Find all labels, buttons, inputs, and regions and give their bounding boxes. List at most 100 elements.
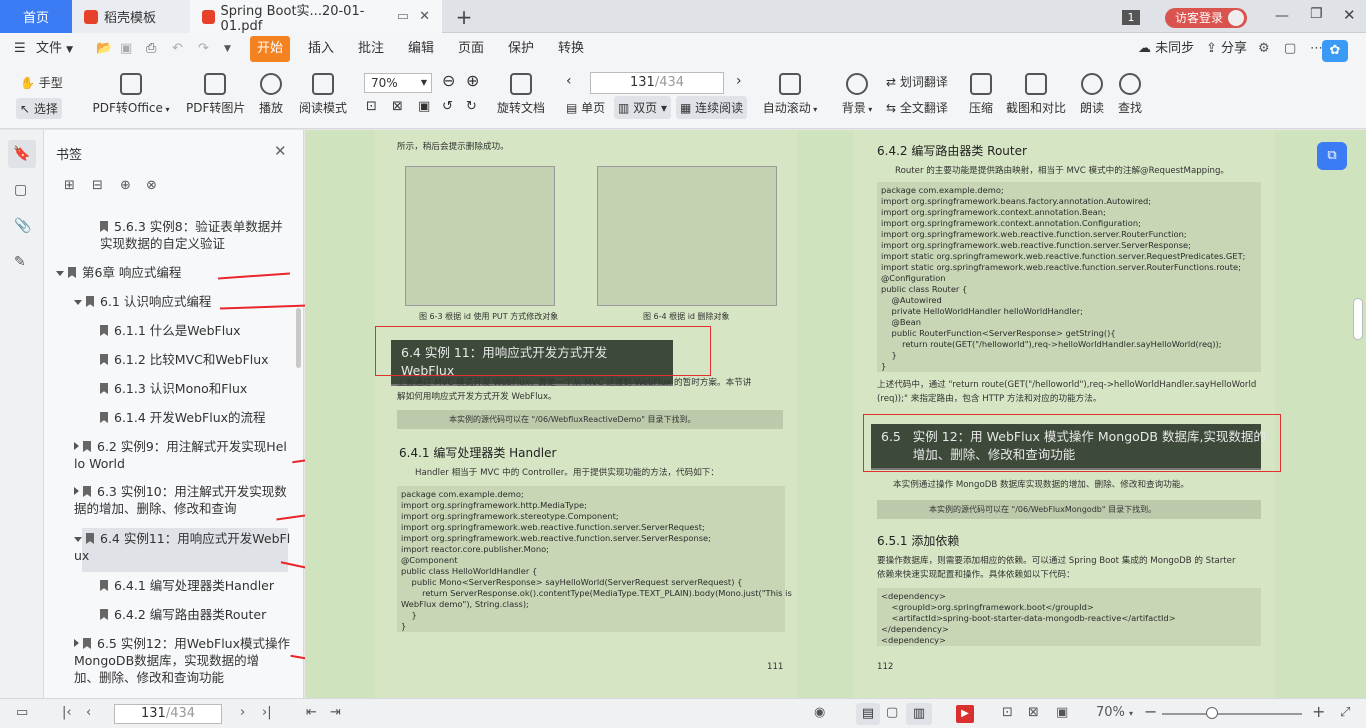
actual-size-icon[interactable]: ⊡ [366,99,377,114]
tab-page[interactable]: 页面 [458,33,484,65]
single-view-icon[interactable]: ▤ [856,703,880,725]
read-aloud-button[interactable]: 朗读 [1078,73,1106,116]
expand-icon[interactable] [74,537,82,542]
share-button[interactable]: ⇪ 分享 [1206,33,1247,65]
expand-all-icon[interactable]: ⊞ [64,178,75,193]
bookmark-item[interactable]: 6.1.1 什么是WebFlux [100,322,241,339]
floating-tool-icon[interactable]: ⧉ [1317,142,1347,170]
play-slideshow-icon[interactable]: ▶ [956,705,974,723]
viewer-scrollbar[interactable] [1353,298,1363,340]
bookmark-item[interactable]: 6.1.4 开发WebFlux的流程 [100,409,266,426]
bookmark-item[interactable]: 6.5 实例12：用WebFlux模式操作 MongoDB数据库，实现数据的增 … [74,635,290,686]
file-menu[interactable]: 文件 ▼ [36,33,73,65]
play-button[interactable]: 播放 [256,73,286,116]
zoom-level[interactable]: 70% ▾ [1096,705,1133,720]
window-count-badge[interactable]: 1 [1122,10,1140,25]
cloud-service-icon[interactable]: ✿ [1322,40,1348,62]
zoom-slider-handle[interactable] [1206,707,1218,719]
feedback-icon[interactable]: ▢ [1284,33,1296,65]
fullscreen-icon[interactable]: ⤢ [1340,705,1350,720]
login-button[interactable]: 访客登录 [1165,8,1247,28]
next-page-icon[interactable]: › [240,705,245,720]
prev-page-icon[interactable]: ‹ [566,73,572,89]
bookmark-panel-icon[interactable]: 🔖 [8,140,36,168]
zoom-select[interactable]: 70% ▼ [364,73,432,93]
rotate-left-icon[interactable]: ↺ [442,99,453,114]
tab-document[interactable]: Spring Boot实...20-01-01.pdf ▭ ✕ [190,0,442,34]
signature-icon[interactable]: ✎ [14,254,26,270]
screenshot-compare-button[interactable]: 截图和对比 [1006,73,1066,116]
actual-size-icon[interactable]: ⊡ [1002,705,1013,720]
sidebar-toggle-icon[interactable]: ▭ [16,705,28,720]
thumbnail-icon[interactable]: ▢ [14,182,27,198]
attachment-icon[interactable]: 📎 [14,218,31,234]
bookmark-item[interactable]: 6.1.2 比较MVC和WebFlux [100,351,269,368]
tab-comment[interactable]: 批注 [358,33,384,65]
tab-edit[interactable]: 编辑 [408,33,434,65]
continuous-read-button[interactable]: ▦ 连续阅读 [676,96,748,119]
bookmark-item[interactable]: 5.6.3 实例8：验证表单数据并 实现数据的自定义验证 [100,218,283,252]
zoom-in-icon[interactable]: ⊕ [466,71,479,90]
rotate-document-button[interactable]: 旋转文档 [496,73,546,116]
fit-page-icon[interactable]: ⊠ [392,99,403,114]
tab-home[interactable]: 首页 [0,0,72,33]
collapse-all-icon[interactable]: ⊟ [92,178,103,193]
close-window-icon[interactable]: ✕ [1343,6,1356,24]
bookmark-item[interactable]: 6.1.3 认识Mono和Flux [100,380,247,397]
print-icon[interactable]: ⎙ [146,33,156,65]
undo-icon[interactable]: ↶ [172,33,183,65]
double-view-icon[interactable]: ▥ [906,703,932,725]
next-page-icon[interactable]: › [736,73,742,89]
bookmark-item[interactable]: 第6章 响应式编程 [56,264,181,281]
background-button[interactable]: 背景 ▾ [840,73,874,116]
select-tool-button[interactable]: ↖ 选择 [16,98,62,119]
pin-icon[interactable]: ▭ [397,9,409,24]
bookmark-item[interactable]: 6.2 实例9：用注解式开发实现Hel lo World [74,438,287,472]
open-icon[interactable]: 📂 [96,33,112,65]
tab-template[interactable]: 稻壳模板 [72,0,190,33]
rotate-right-icon[interactable]: ↻ [466,99,477,114]
back-icon[interactable]: ⇤ [306,705,317,720]
zoom-out-icon[interactable]: ⊖ [442,71,455,90]
add-bookmark-icon[interactable]: ⊕ [120,178,131,193]
hand-tool-button[interactable]: ✋ 手型 [20,74,63,91]
expand-icon[interactable] [56,271,64,276]
close-panel-icon[interactable]: ✕ [274,142,287,160]
zoom-slider[interactable] [1162,713,1302,715]
tab-convert[interactable]: 转换 [558,33,584,65]
page-number-input[interactable]: 131/434 [590,72,724,94]
find-button[interactable]: 查找 [1116,73,1144,116]
single-page-button[interactable]: ▤ 单页 [566,99,605,116]
full-translate-button[interactable]: ⇆ 全文翻译 [886,99,948,116]
tab-insert[interactable]: 插入 [308,33,334,65]
fit-width-icon[interactable]: ▣ [1056,705,1068,720]
minimize-icon[interactable]: — [1275,8,1289,24]
remove-bookmark-icon[interactable]: ⊗ [146,178,157,193]
new-tab-button[interactable]: + [446,0,482,33]
prev-page-icon[interactable]: ‹ [86,705,91,720]
fit-page-icon[interactable]: ⊠ [1028,705,1039,720]
settings-icon[interactable]: ⚙ [1258,33,1270,65]
auto-scroll-button[interactable]: 自动滚动 ▾ [762,73,818,116]
hamburger-icon[interactable]: ☰ [14,33,26,65]
first-page-icon[interactable]: |‹ [62,705,72,720]
bookmark-item[interactable]: 6.1 认识响应式编程 [74,293,211,310]
eye-protect-icon[interactable]: ◉ [814,705,825,720]
bookmark-item[interactable]: 6.3 实例10：用注解式开发实现数 据的增加、删除、修改和查询 [74,483,287,517]
page-view-icon[interactable]: ▢ [886,705,898,720]
last-page-icon[interactable]: ›| [262,705,272,720]
compress-button[interactable]: 压缩 [968,73,994,116]
zoom-in-icon[interactable]: + [1312,702,1325,721]
close-tab-icon[interactable]: ✕ [419,9,430,24]
bookmark-item[interactable]: 6.4 实例11：用响应式开发WebFl ux [74,530,290,564]
expand-icon[interactable] [74,300,82,305]
bookmark-item[interactable]: 6.4.1 编写处理器类Handler [100,577,274,594]
pdf-to-image-button[interactable]: PDF转图片 [186,73,245,116]
bookmark-item[interactable]: 6.4.2 编写路由器类Router [100,606,266,623]
tab-start[interactable]: 开始 [250,36,290,62]
expand-icon[interactable] [74,487,79,495]
forward-icon[interactable]: ⇥ [330,705,341,720]
double-page-button[interactable]: ▥ 双页 ▾ [614,96,672,119]
zoom-out-icon[interactable]: − [1144,702,1157,721]
redo-icon[interactable]: ↷ [198,33,209,65]
